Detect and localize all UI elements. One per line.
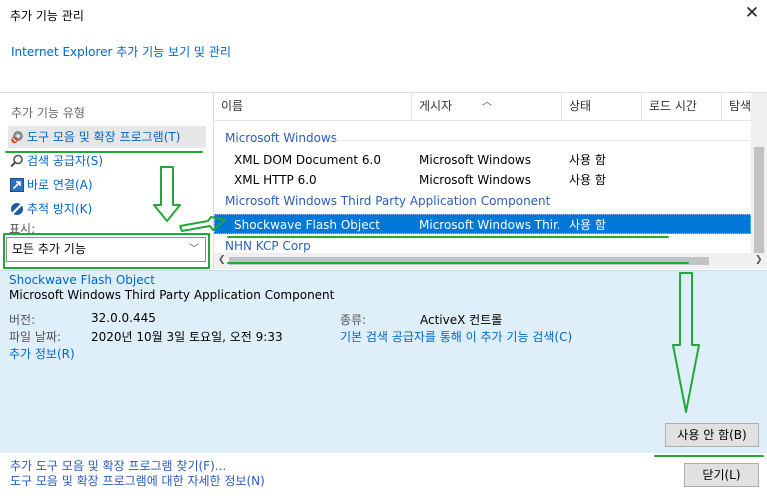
annotation-arrow-down-left	[153, 166, 181, 222]
annotation-box-dropdown	[3, 233, 210, 269]
annotation-arrow-down-right	[672, 272, 700, 413]
annotation-overlay	[3, 151, 764, 457]
annotation-arrow-right	[179, 216, 226, 232]
